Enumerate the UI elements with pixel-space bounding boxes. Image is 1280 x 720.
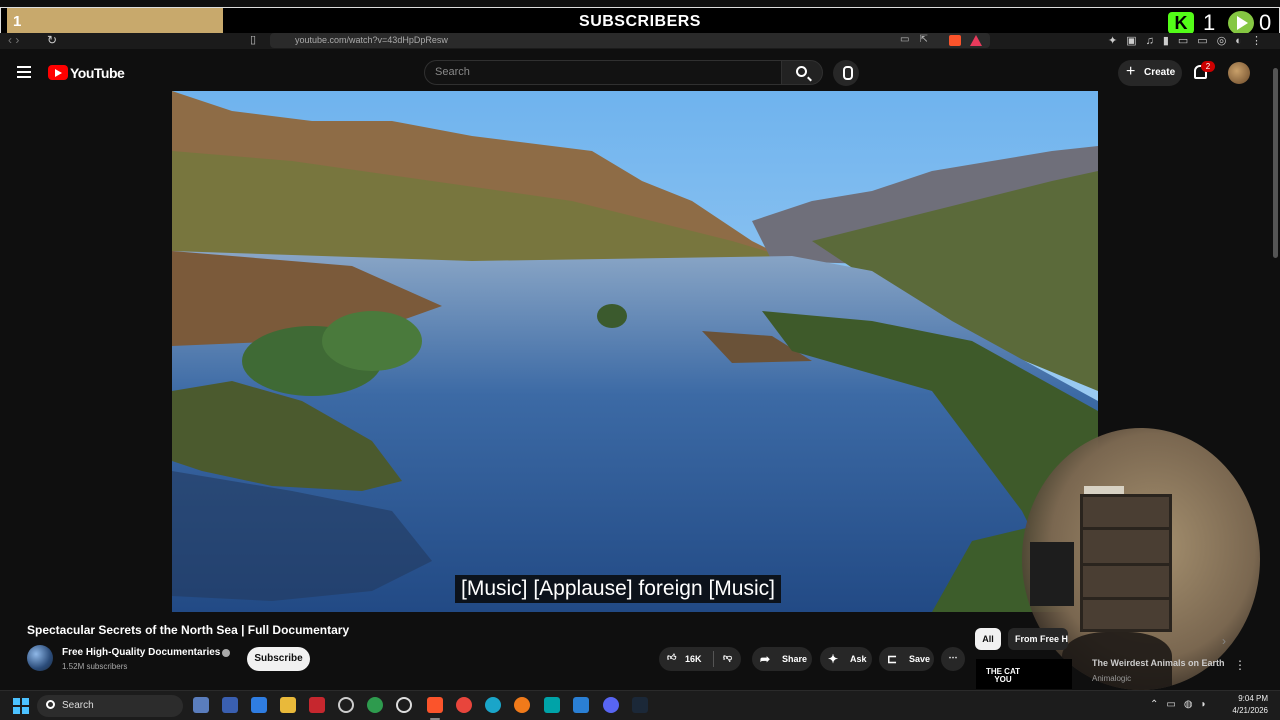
channel-subscriber-count: 1.52M subscribers <box>62 662 128 671</box>
webcam-overlay <box>1022 428 1260 690</box>
taskbar-search-label: Search <box>62 700 94 711</box>
thumbnail-text: THE CAT YOU <box>985 667 1021 684</box>
edge-icon[interactable] <box>485 697 501 713</box>
ask-button[interactable]: ✦ Ask <box>820 647 872 671</box>
taskbar-app-icon[interactable] <box>367 697 383 713</box>
thumbs-down-icon[interactable]: 👎︎ <box>723 652 732 663</box>
like-divider <box>713 651 714 667</box>
search-icon <box>46 700 55 709</box>
thumbs-up-icon[interactable]: 👍︎ <box>667 652 676 663</box>
search-input[interactable]: Search <box>424 60 782 85</box>
notification-badge: 2 <box>1201 61 1215 72</box>
system-tray-icons[interactable]: ⌃▭◍◗ <box>1150 699 1215 710</box>
webcam-monitor <box>1030 542 1074 606</box>
obs-icon[interactable] <box>396 697 412 713</box>
recommendation-channel[interactable]: Animalogic <box>1092 674 1131 683</box>
taskbar-search[interactable]: Search <box>37 695 183 717</box>
bookmark-save-icon: ⊏ <box>887 652 898 666</box>
subscribe-button[interactable]: Subscribe <box>247 647 310 671</box>
netflix-icon[interactable] <box>309 697 325 713</box>
video-player[interactable] <box>172 91 1098 612</box>
firefox-icon[interactable] <box>514 697 530 713</box>
scrollbar-thumb[interactable] <box>1273 68 1278 258</box>
voice-search-icon[interactable] <box>833 60 859 86</box>
back-forward-icon[interactable]: ‹ › <box>8 33 19 47</box>
shelf-row <box>1083 597 1169 600</box>
save-button[interactable]: ⊏ Save <box>879 647 934 671</box>
brave-browser-icon[interactable] <box>427 697 443 713</box>
steam-icon[interactable] <box>632 697 648 713</box>
channel-avatar[interactable] <box>27 645 53 671</box>
taskbar-app-icon[interactable] <box>193 697 209 713</box>
youtube-header: YouTube Search + Create 2 <box>0 54 1280 92</box>
video-caption: [Music] [Applause] foreign [Music] <box>455 575 781 603</box>
brave-rewards-icon[interactable] <box>970 35 982 46</box>
outlook-icon[interactable] <box>222 697 238 713</box>
like-count[interactable]: 16K <box>685 654 702 664</box>
share-label: Share <box>782 654 808 664</box>
vscode-icon[interactable] <box>573 697 589 713</box>
recommendation-title[interactable]: The Weirdest Animals on Earth <box>1092 658 1225 668</box>
chip-all[interactable]: All <box>975 628 1001 650</box>
search-button[interactable] <box>781 60 823 85</box>
user-avatar[interactable] <box>1228 62 1250 84</box>
discord-icon[interactable] <box>603 697 619 713</box>
chrome-icon[interactable] <box>456 697 472 713</box>
youtube-logo-icon[interactable] <box>48 65 68 80</box>
recommendation-thumbnail[interactable]: THE CAT YOU <box>976 659 1072 689</box>
taskbar-app-icon[interactable] <box>544 697 560 713</box>
shelf-row <box>1083 563 1169 566</box>
file-explorer-icon[interactable] <box>280 697 296 713</box>
screen: 1 SUBSCRIBERS K 1 0 ‹ › ↻ ▯ youtube.com/… <box>0 0 1280 720</box>
rumble-icon <box>1228 11 1254 35</box>
video-frame-scene <box>172 91 1098 612</box>
youtube-wordmark[interactable]: YouTube <box>70 65 125 81</box>
search-icon <box>796 66 807 77</box>
chevron-right-icon[interactable]: › <box>1222 634 1226 648</box>
share-button[interactable]: ➦ Share <box>752 647 812 671</box>
bookmark-icon[interactable]: ▯ <box>250 33 256 46</box>
sparkle-icon: ✦ <box>828 652 839 666</box>
like-dislike-group: 👍︎ 16K 👎︎ <box>659 647 741 671</box>
search-placeholder: Search <box>435 66 470 78</box>
windows-taskbar: Search ⌃▭◍◗ 9:04 PM 4/21/2026 <box>0 690 1280 720</box>
taskbar-time[interactable]: 9:04 PM <box>1230 694 1268 703</box>
clock-app-icon[interactable] <box>338 697 354 713</box>
browser-extension-icons[interactable]: ✦▣♫▮▭▭◎◐⋮ <box>1108 34 1271 47</box>
verified-badge-icon <box>222 649 230 657</box>
shelf-row <box>1083 527 1169 530</box>
webcam-shelf <box>1080 494 1172 632</box>
plus-icon: + <box>1126 63 1136 80</box>
create-label: Create <box>1144 67 1176 78</box>
taskbar-date[interactable]: 4/21/2026 <box>1224 706 1268 715</box>
channel-name[interactable]: Free High-Quality Documentaries <box>62 647 220 658</box>
ask-label: Ask <box>850 654 867 664</box>
more-actions-button[interactable]: ⋯ <box>941 647 965 671</box>
brave-shield-icon[interactable] <box>949 35 961 46</box>
address-bar-icons[interactable]: ▭⇱ <box>900 34 938 45</box>
video-title: Spectacular Secrets of the North Sea | F… <box>27 623 350 637</box>
url-text[interactable]: youtube.com/watch?v=43dHpDpResw <box>295 35 448 45</box>
subscriber-title: SUBSCRIBERS <box>579 13 701 30</box>
browser-toolbar: ‹ › ↻ ▯ youtube.com/watch?v=43dHpDpResw … <box>0 33 1280 49</box>
hamburger-menu-icon[interactable] <box>17 66 31 78</box>
create-button[interactable]: + Create <box>1118 60 1182 86</box>
kebab-menu-icon[interactable]: ⋮ <box>1234 658 1246 672</box>
share-icon: ➦ <box>760 652 771 666</box>
chip-from-channel[interactable]: From Free H <box>1008 628 1068 650</box>
save-label: Save <box>909 654 931 664</box>
reload-icon[interactable]: ↻ <box>47 33 57 47</box>
kick-icon: K <box>1168 12 1194 34</box>
taskbar-app-icon[interactable] <box>251 697 267 713</box>
windows-start-icon[interactable] <box>13 698 29 714</box>
